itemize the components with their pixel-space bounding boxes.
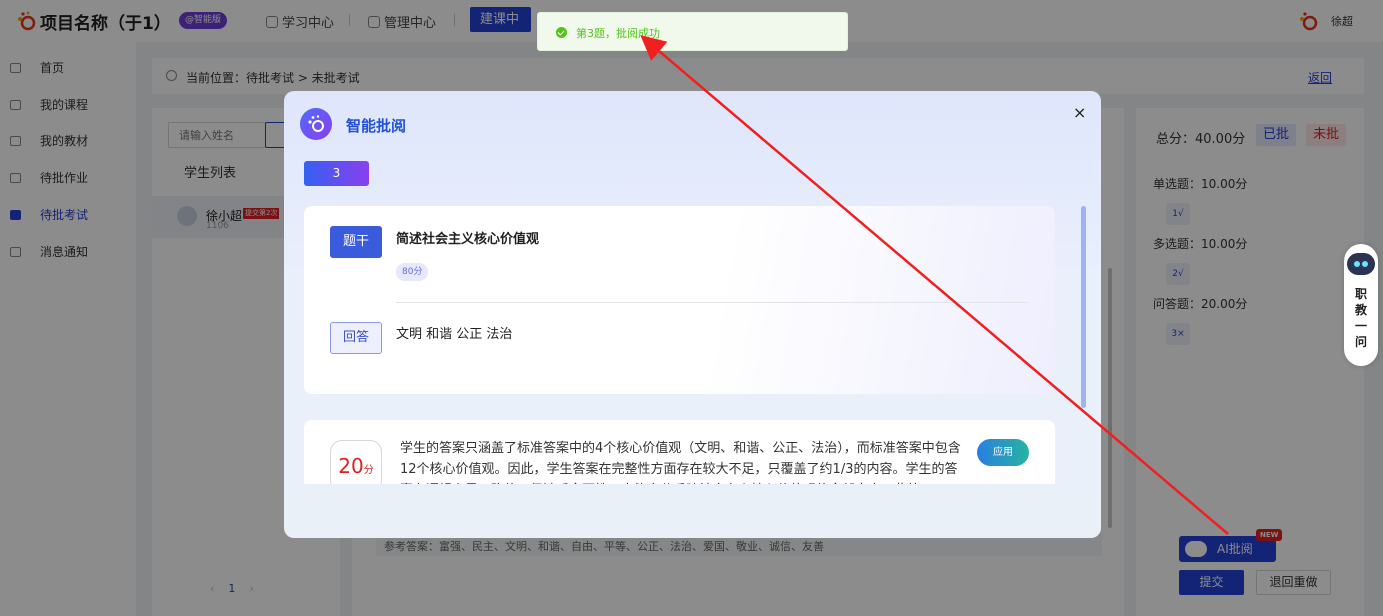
ai-score-unit: 分 — [363, 465, 374, 476]
divider — [396, 302, 1029, 303]
success-toast: 第3题，批阅成功 — [537, 12, 848, 51]
ai-logo-icon — [300, 108, 332, 140]
answer-label: 回答 — [330, 322, 382, 354]
scrollbar[interactable] — [1081, 206, 1086, 408]
stem-label: 题干 — [330, 226, 382, 258]
assistant-float-button[interactable]: 职 教 一 问 — [1344, 244, 1378, 366]
question-card: 题干 简述社会主义核心价值观 80分 回答 文明 和谐 公正 法治 — [304, 206, 1055, 394]
question-score: 80分 — [396, 263, 429, 281]
assistant-label-char: 职 — [1354, 287, 1367, 301]
student-answer: 文明 和谐 公正 法治 — [396, 327, 513, 342]
assistant-label-char: 问 — [1354, 335, 1367, 349]
ai-review-dialog: 智能批阅 × 3 题干 简述社会主义核心价值观 80分 回答 文明 和谐 公正 … — [284, 91, 1101, 538]
dialog-title: 智能批阅 — [346, 117, 407, 135]
success-check-icon — [556, 27, 567, 38]
close-icon[interactable]: × — [1073, 103, 1086, 122]
question-tab[interactable]: 3 — [304, 161, 369, 186]
apply-button[interactable]: 应用 — [977, 439, 1029, 466]
ai-score-value: 20 — [338, 454, 364, 478]
ai-review-result: 20分 学生的答案只涵盖了标准答案中的4个核心价值观（文明、和谐、公正、法治），… — [304, 420, 1055, 484]
assistant-label-char: 一 — [1354, 319, 1367, 333]
assistant-label: 职 教 一 问 — [1344, 286, 1378, 350]
question-stem: 简述社会主义核心价值观 — [396, 232, 540, 247]
toast-message: 第3题，批阅成功 — [576, 27, 660, 40]
ai-review-text: 学生的答案只涵盖了标准答案中的4个核心价值观（文明、和谐、公正、法治），而标准答… — [400, 441, 961, 484]
assistant-label-char: 教 — [1354, 303, 1367, 317]
robot-icon — [1347, 253, 1375, 275]
ai-score: 20分 — [330, 440, 382, 484]
